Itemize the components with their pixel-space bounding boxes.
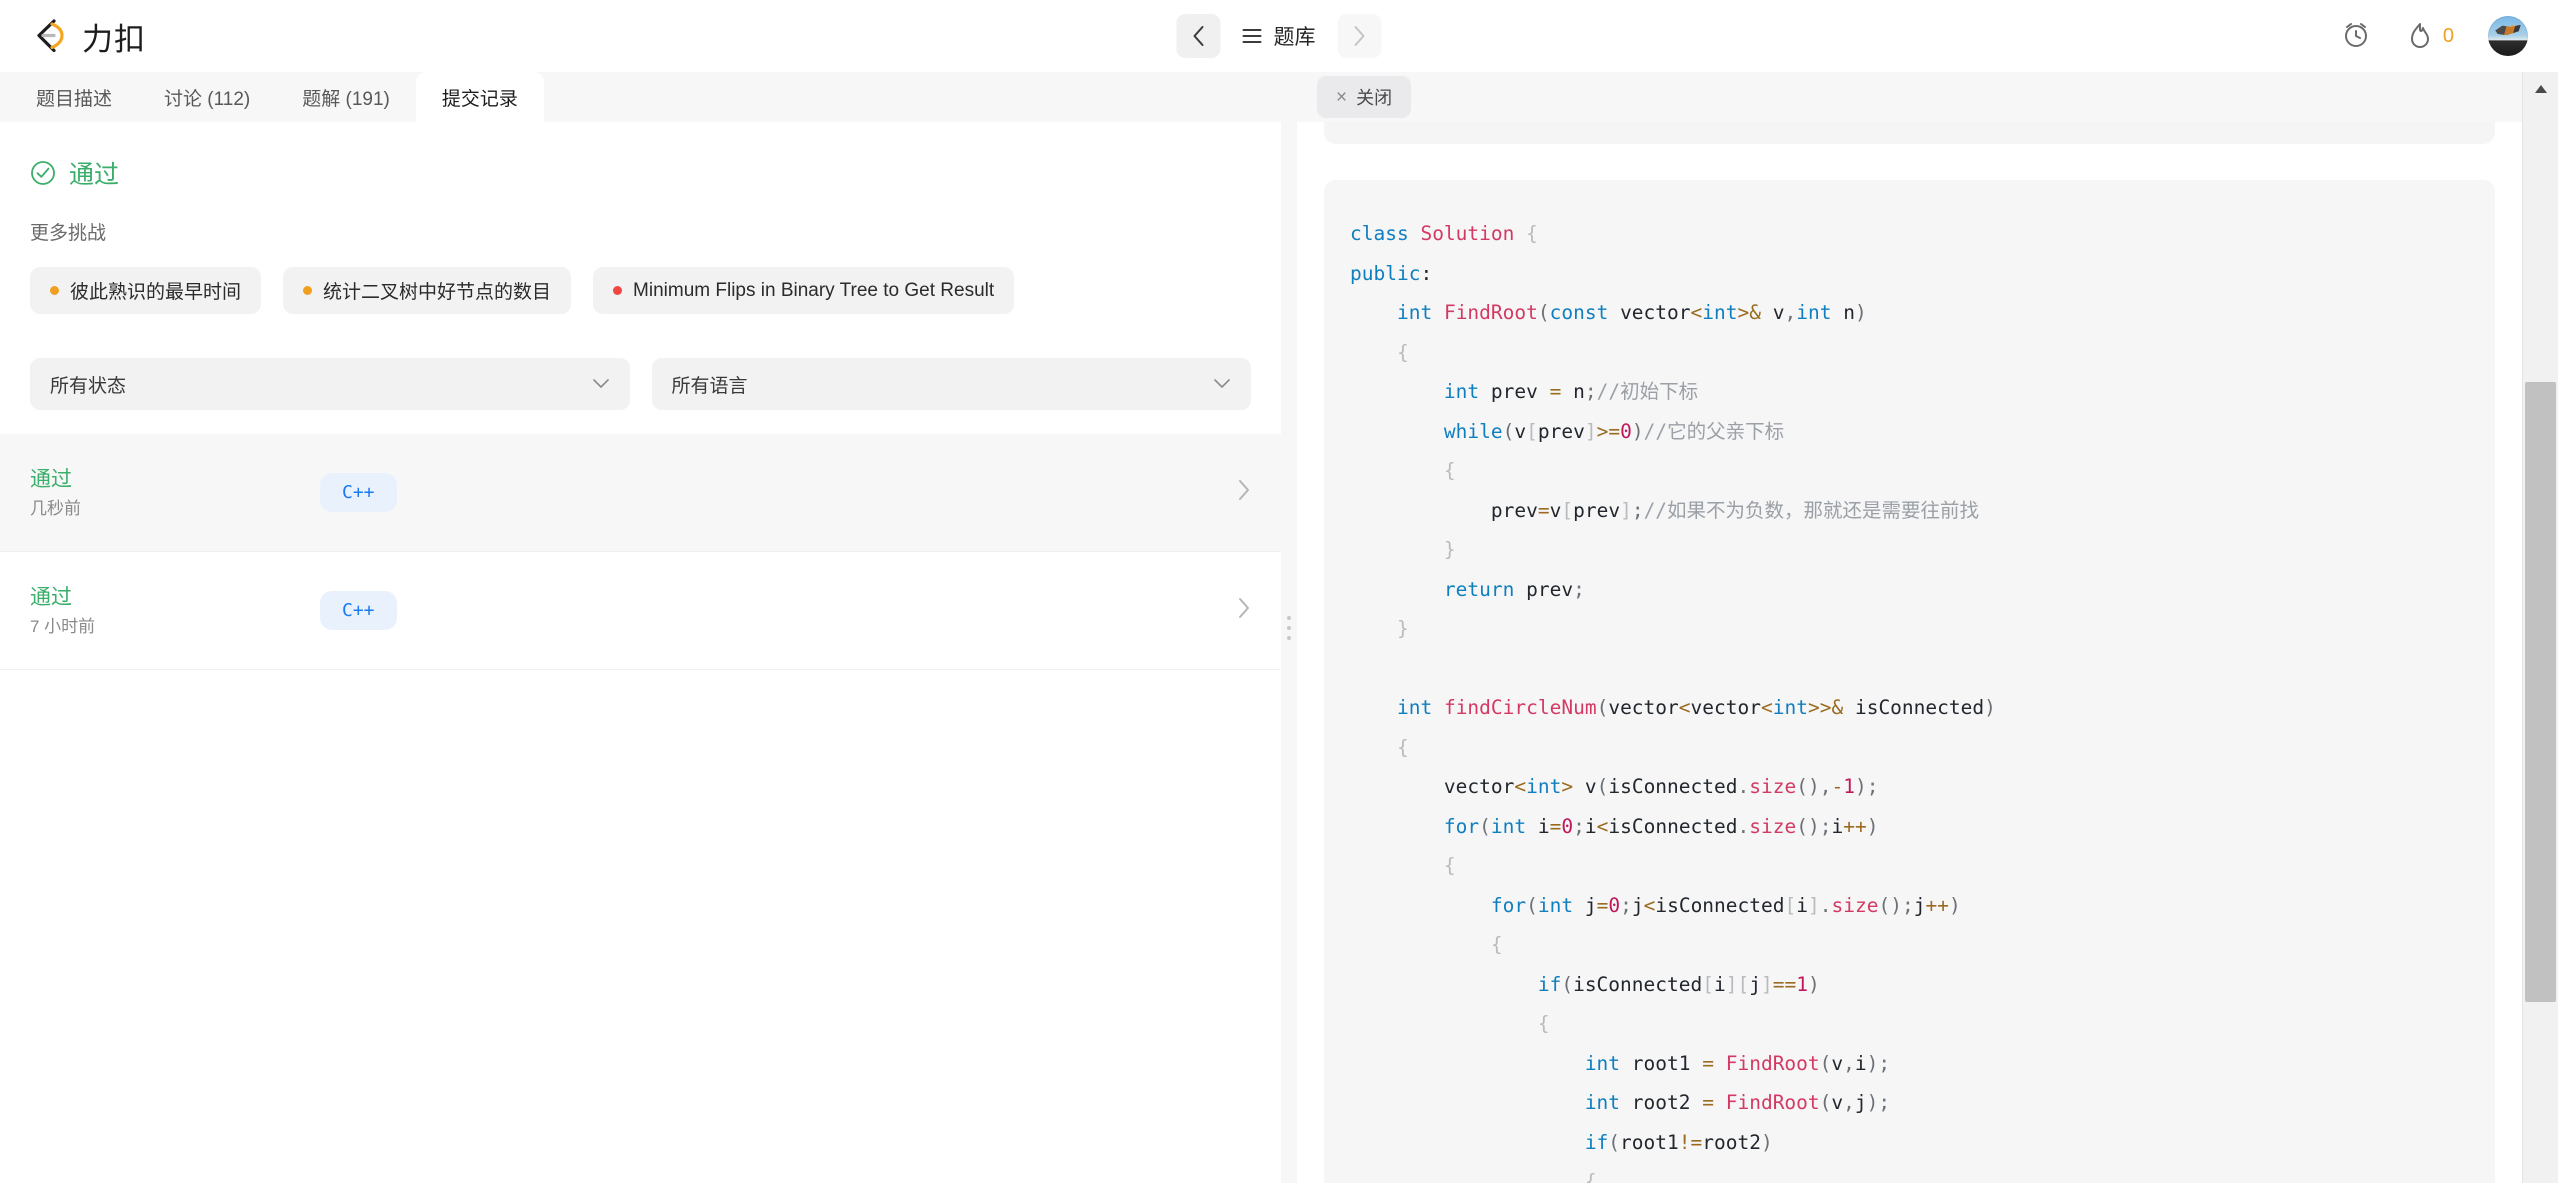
submission-open-button[interactable] [1237, 479, 1251, 506]
challenge-label: 彼此熟识的最早时间 [70, 282, 242, 303]
challenge-chip[interactable]: 彼此熟识的最早时间 [30, 267, 262, 314]
close-icon: × [1336, 86, 1348, 108]
chevron-right-icon [1239, 480, 1249, 500]
logo[interactable]: 力扣 [30, 14, 146, 59]
difficulty-dot-icon [613, 286, 623, 295]
challenge-label: 统计二叉树中好节点的数目 [323, 282, 552, 303]
close-label: 关闭 [1356, 88, 1393, 108]
header-actions: 0 [2340, 16, 2528, 56]
leetcode-logo-icon [37, 19, 64, 53]
alarm-clock-icon [2344, 22, 2367, 47]
submission-row[interactable]: 通过 7 小时前 C++ [0, 552, 1281, 670]
submission-language-badge: C++ [320, 591, 397, 630]
detail-card-stub [1324, 122, 2495, 144]
more-challenges-list: 彼此熟识的最早时间 统计二叉树中好节点的数目 Minimum Flips in … [0, 245, 1281, 314]
chevron-right-icon [1239, 598, 1249, 618]
vertical-scrollbar[interactable] [2522, 72, 2558, 1183]
triangle-up-icon [2534, 85, 2547, 93]
menu-icon [1242, 29, 1262, 43]
scroll-up-button[interactable] [2523, 72, 2558, 106]
panel-resize-handle[interactable] [1281, 72, 1297, 1183]
chevron-down-icon [592, 379, 609, 388]
submissions-pane: 通过 更多挑战 彼此熟识的最早时间 统计二叉树中好节点的数目 Minimum F… [0, 122, 1281, 1183]
language-filter[interactable]: 所有语言 [651, 358, 1251, 410]
submission-status: 通过 几秒前 [30, 464, 320, 521]
chevron-right-icon [1354, 26, 1365, 46]
submission-status-label: 通过 [30, 468, 72, 491]
flame-icon [2410, 23, 2429, 48]
difficulty-dot-icon [303, 286, 313, 295]
right-panel: × 关闭 class Solution { public: int FindRo… [1297, 72, 2558, 1183]
challenge-chip[interactable]: Minimum Flips in Binary Tree to Get Resu… [593, 267, 1015, 314]
more-challenges-label: 更多挑战 [30, 223, 107, 244]
submission-status: 通过 7 小时前 [30, 582, 320, 639]
tab-description[interactable]: 题目描述 [10, 72, 138, 122]
tab-solutions[interactable]: 题解 (191) [276, 72, 416, 122]
submission-time: 7 小时前 [30, 616, 96, 636]
chevron-left-icon [1193, 26, 1204, 46]
header-nav: 题库 [1176, 14, 1382, 58]
status-filter[interactable]: 所有状态 [30, 358, 630, 410]
close-button[interactable]: × 关闭 [1317, 76, 1412, 118]
left-panel: 题目描述 讨论 (112) 题解 (191) 提交记录 通过 更多挑战 彼此熟识… [0, 72, 1281, 1183]
tab-bar: 题目描述 讨论 (112) 题解 (191) 提交记录 [0, 72, 1281, 122]
logo-text: 力扣 [82, 21, 146, 57]
difficulty-dot-icon [50, 286, 59, 295]
submission-row[interactable]: 通过 几秒前 C++ [0, 434, 1281, 552]
chevron-down-icon [1214, 379, 1230, 388]
workspace: 题目描述 讨论 (112) 题解 (191) 提交记录 通过 更多挑战 彼此熟识… [0, 72, 2558, 1183]
app-header: 力扣 题库 0 [0, 0, 2558, 72]
breadcrumb-label: 题库 [1273, 26, 1316, 49]
challenge-chip[interactable]: 统计二叉树中好节点的数目 [283, 267, 572, 314]
tab-submissions[interactable]: 提交记录 [415, 72, 544, 122]
avatar[interactable] [2488, 16, 2528, 56]
submission-detail: class Solution { public: int FindRoot(co… [1297, 122, 2522, 1183]
code-card[interactable]: class Solution { public: int FindRoot(co… [1324, 180, 2495, 1183]
timer-button[interactable] [2340, 18, 2372, 55]
submission-status-label: 通过 [30, 586, 72, 609]
code-block[interactable]: class Solution { public: int FindRoot(co… [1350, 214, 2495, 1183]
submission-list: 通过 几秒前 C++ 通过 7 小时前 C++ [0, 434, 1281, 670]
submission-language-badge: C++ [320, 473, 397, 512]
scrollbar-thumb[interactable] [2525, 382, 2556, 1002]
filters: 所有状态 所有语言 [0, 314, 1281, 410]
status-filter-value: 所有状态 [50, 375, 127, 397]
right-panel-topbar: × 关闭 [1297, 72, 2558, 122]
streak-count: 0 [2442, 24, 2454, 47]
breadcrumb[interactable]: 题库 [1235, 21, 1324, 51]
check-circle-icon [31, 161, 55, 185]
submission-time: 几秒前 [30, 498, 81, 518]
streak-button[interactable]: 0 [2406, 20, 2454, 52]
challenge-label: Minimum Flips in Binary Tree to Get Resu… [633, 279, 995, 301]
result-status: 通过 [0, 122, 1281, 191]
tab-discussion[interactable]: 讨论 (112) [138, 72, 276, 122]
language-filter-value: 所有语言 [671, 375, 748, 397]
back-button[interactable] [1176, 14, 1221, 58]
submission-open-button[interactable] [1237, 597, 1251, 624]
result-status-label: 通过 [69, 161, 120, 189]
forward-button[interactable] [1337, 14, 1382, 58]
